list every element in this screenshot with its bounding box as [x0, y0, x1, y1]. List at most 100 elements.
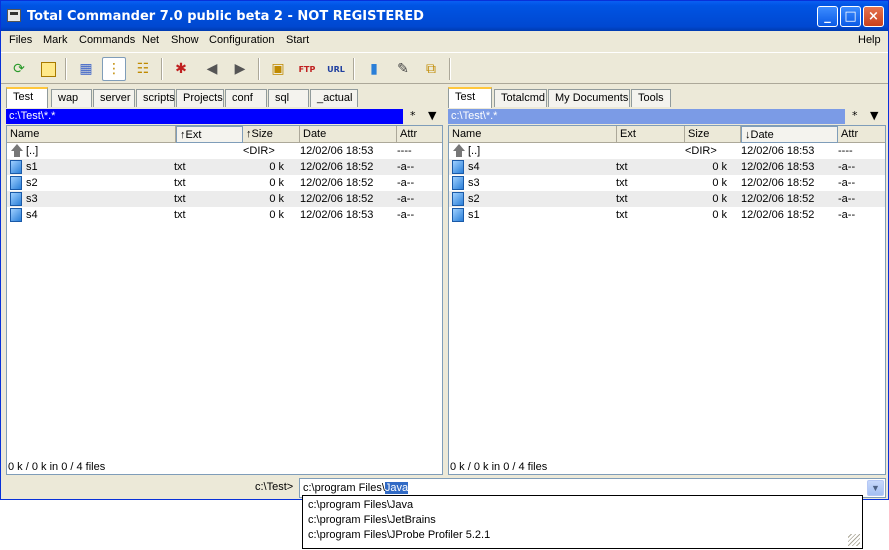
table-row[interactable]: [..] <DIR> 12/02/06 18:53 ---- [449, 143, 885, 159]
table-row[interactable]: s1 txt 0 k 12/02/06 18:52 -a-- [449, 207, 885, 223]
menu-net[interactable]: Net [142, 34, 159, 46]
right-path-buttons: * ▼ [847, 109, 886, 124]
left-path-buttons: * ▼ [405, 109, 443, 124]
left-status-bar: 0 k / 0 k in 0 / 4 files [8, 461, 106, 473]
chevron-down-icon[interactable]: ▼ [867, 480, 884, 496]
table-row[interactable]: s2 txt 0 k 12/02/06 18:52 -a-- [7, 175, 442, 191]
up-dir-icon [452, 144, 466, 157]
table-row[interactable]: s4 txt 0 k 12/02/06 18:53 -a-- [449, 159, 885, 175]
history-dropdown-button[interactable]: ▼ [870, 109, 878, 122]
col-attr[interactable]: Attr [397, 126, 443, 143]
menu-configuration[interactable]: Configuration [209, 34, 274, 46]
left-file-panel[interactable]: Name ↑Ext ↑Size Date Attr [..] <DIR> 12/02… [6, 125, 443, 475]
full-view-icon[interactable]: ☷ [131, 57, 155, 81]
pack-icon[interactable]: ▣ [266, 57, 290, 81]
menu-mark[interactable]: Mark [43, 34, 67, 46]
right-file-panel[interactable]: Name Ext Size ↓Date Attr [..] <DIR> 12/02/… [448, 125, 886, 475]
tab-left-test[interactable]: Test [6, 87, 48, 108]
menu-commands[interactable]: Commands [79, 34, 135, 46]
ftp-icon[interactable]: FTP [295, 57, 319, 81]
main-window: Total Commander 7.0 public beta 2 - NOT … [0, 0, 889, 500]
tab-right-tools[interactable]: Tools [631, 89, 671, 107]
menu-help[interactable]: Help [858, 34, 881, 46]
autocomplete-dropdown: c:\program Files\Java c:\program Files\J… [302, 495, 863, 549]
refresh-icon[interactable]: ⟳ [7, 57, 31, 81]
file-icon [452, 176, 464, 190]
right-column-header: Name Ext Size ↓Date Attr [449, 126, 885, 143]
window-title: Total Commander 7.0 public beta 2 - NOT … [27, 9, 424, 24]
tab-left-server[interactable]: server [93, 89, 135, 107]
maximize-button[interactable]: □ [840, 6, 861, 27]
toolbar: ⟳ ▦ ⋮ ☷ ✱ ◀ ▶ ▣ FTP URL ▮ ✎ ⧉ [1, 52, 888, 84]
history-dropdown-button[interactable]: ▼ [428, 109, 436, 122]
col-size[interactable]: Size [685, 126, 741, 143]
tab-right-my-documents[interactable]: My Documents [548, 89, 630, 107]
col-ext[interactable]: Ext [617, 126, 685, 143]
tab-left-scripts[interactable]: scripts [136, 89, 175, 107]
toolbar-separator [258, 58, 260, 80]
table-row[interactable]: s3 txt 0 k 12/02/06 18:52 -a-- [449, 175, 885, 191]
brief-view-icon[interactable]: ⋮ [102, 57, 126, 81]
col-size[interactable]: ↑Size [243, 126, 300, 143]
suggestion-item[interactable]: c:\program Files\JProbe Profiler 5.2.1 [308, 529, 490, 541]
tab-left-sql[interactable]: sql [268, 89, 309, 107]
table-row[interactable]: [..] <DIR> 12/02/06 18:53 ---- [7, 143, 442, 159]
toolbar-separator [161, 58, 163, 80]
col-date[interactable]: ↓Date [741, 126, 838, 143]
toolbar-separator [449, 58, 451, 80]
file-icon [452, 208, 464, 222]
menu-bar: Files Mark Commands Net Show Configurati… [1, 31, 888, 51]
tab-left-conf[interactable]: conf [225, 89, 267, 107]
menu-show[interactable]: Show [171, 34, 199, 46]
table-row[interactable]: s2 txt 0 k 12/02/06 18:52 -a-- [449, 191, 885, 207]
url-icon[interactable]: URL [324, 57, 348, 81]
close-button[interactable]: × [863, 6, 884, 27]
col-date[interactable]: Date [300, 126, 397, 143]
tab-right-totalcmd[interactable]: Totalcmd [494, 89, 547, 107]
suggestion-item[interactable]: c:\program Files\Java [308, 499, 413, 511]
tab-left-actual[interactable]: _actual [310, 89, 358, 107]
select-icon[interactable]: ✱ [169, 57, 193, 81]
table-row[interactable]: s3 txt 0 k 12/02/06 18:52 -a-- [7, 191, 442, 207]
command-prompt-label: c:\Test> [255, 481, 294, 493]
left-tab-bar: Test wap server scripts Projects conf sq… [6, 87, 443, 108]
notepad-icon[interactable]: ▮ [362, 57, 386, 81]
app-icon[interactable] [7, 9, 21, 22]
edit-icon[interactable]: ✎ [391, 57, 415, 81]
menu-files[interactable]: Files [9, 34, 32, 46]
compare-icon[interactable]: ⧉ [419, 57, 443, 81]
back-icon[interactable]: ◀ [200, 57, 224, 81]
table-row[interactable]: s1 txt 0 k 12/02/06 18:52 -a-- [7, 159, 442, 175]
right-status-bar: 0 k / 0 k in 0 / 4 files [450, 461, 548, 473]
suggestion-item[interactable]: c:\program Files\JetBrains [308, 514, 436, 526]
title-bar[interactable]: Total Commander 7.0 public beta 2 - NOT … [1, 1, 888, 31]
col-attr[interactable]: Attr [838, 126, 886, 143]
filter-button[interactable]: * [410, 109, 416, 122]
table-row[interactable]: s4 txt 0 k 12/02/06 18:53 -a-- [7, 207, 442, 223]
left-path-bar[interactable]: c:\Test\*.* [6, 109, 403, 124]
left-column-header: Name ↑Ext ↑Size Date Attr [7, 126, 442, 143]
file-icon [10, 192, 22, 206]
tab-right-test[interactable]: Test [448, 87, 492, 108]
toolbar-separator [65, 58, 67, 80]
resize-grip-icon[interactable] [848, 534, 860, 546]
tree-icon[interactable] [36, 57, 60, 81]
file-icon [10, 208, 22, 222]
right-tab-bar: Test Totalcmd My Documents Tools [448, 87, 886, 108]
menu-start[interactable]: Start [286, 34, 309, 46]
icon-view-icon[interactable]: ▦ [74, 57, 98, 81]
col-name[interactable]: Name [449, 126, 617, 143]
file-icon [10, 160, 22, 174]
col-ext[interactable]: ↑Ext [176, 126, 243, 143]
tab-left-projects[interactable]: Projects [176, 89, 224, 107]
right-path-bar[interactable]: c:\Test\*.* [448, 109, 845, 124]
command-text: c:\program Files\ [303, 482, 385, 494]
col-name[interactable]: Name [7, 126, 176, 143]
command-selected-text: Java [384, 482, 409, 494]
forward-icon[interactable]: ▶ [228, 57, 252, 81]
minimize-button[interactable]: _ [817, 6, 838, 27]
tab-left-wap[interactable]: wap [51, 89, 92, 107]
filter-button[interactable]: * [852, 109, 858, 122]
up-dir-icon [10, 144, 24, 157]
file-icon [452, 192, 464, 206]
